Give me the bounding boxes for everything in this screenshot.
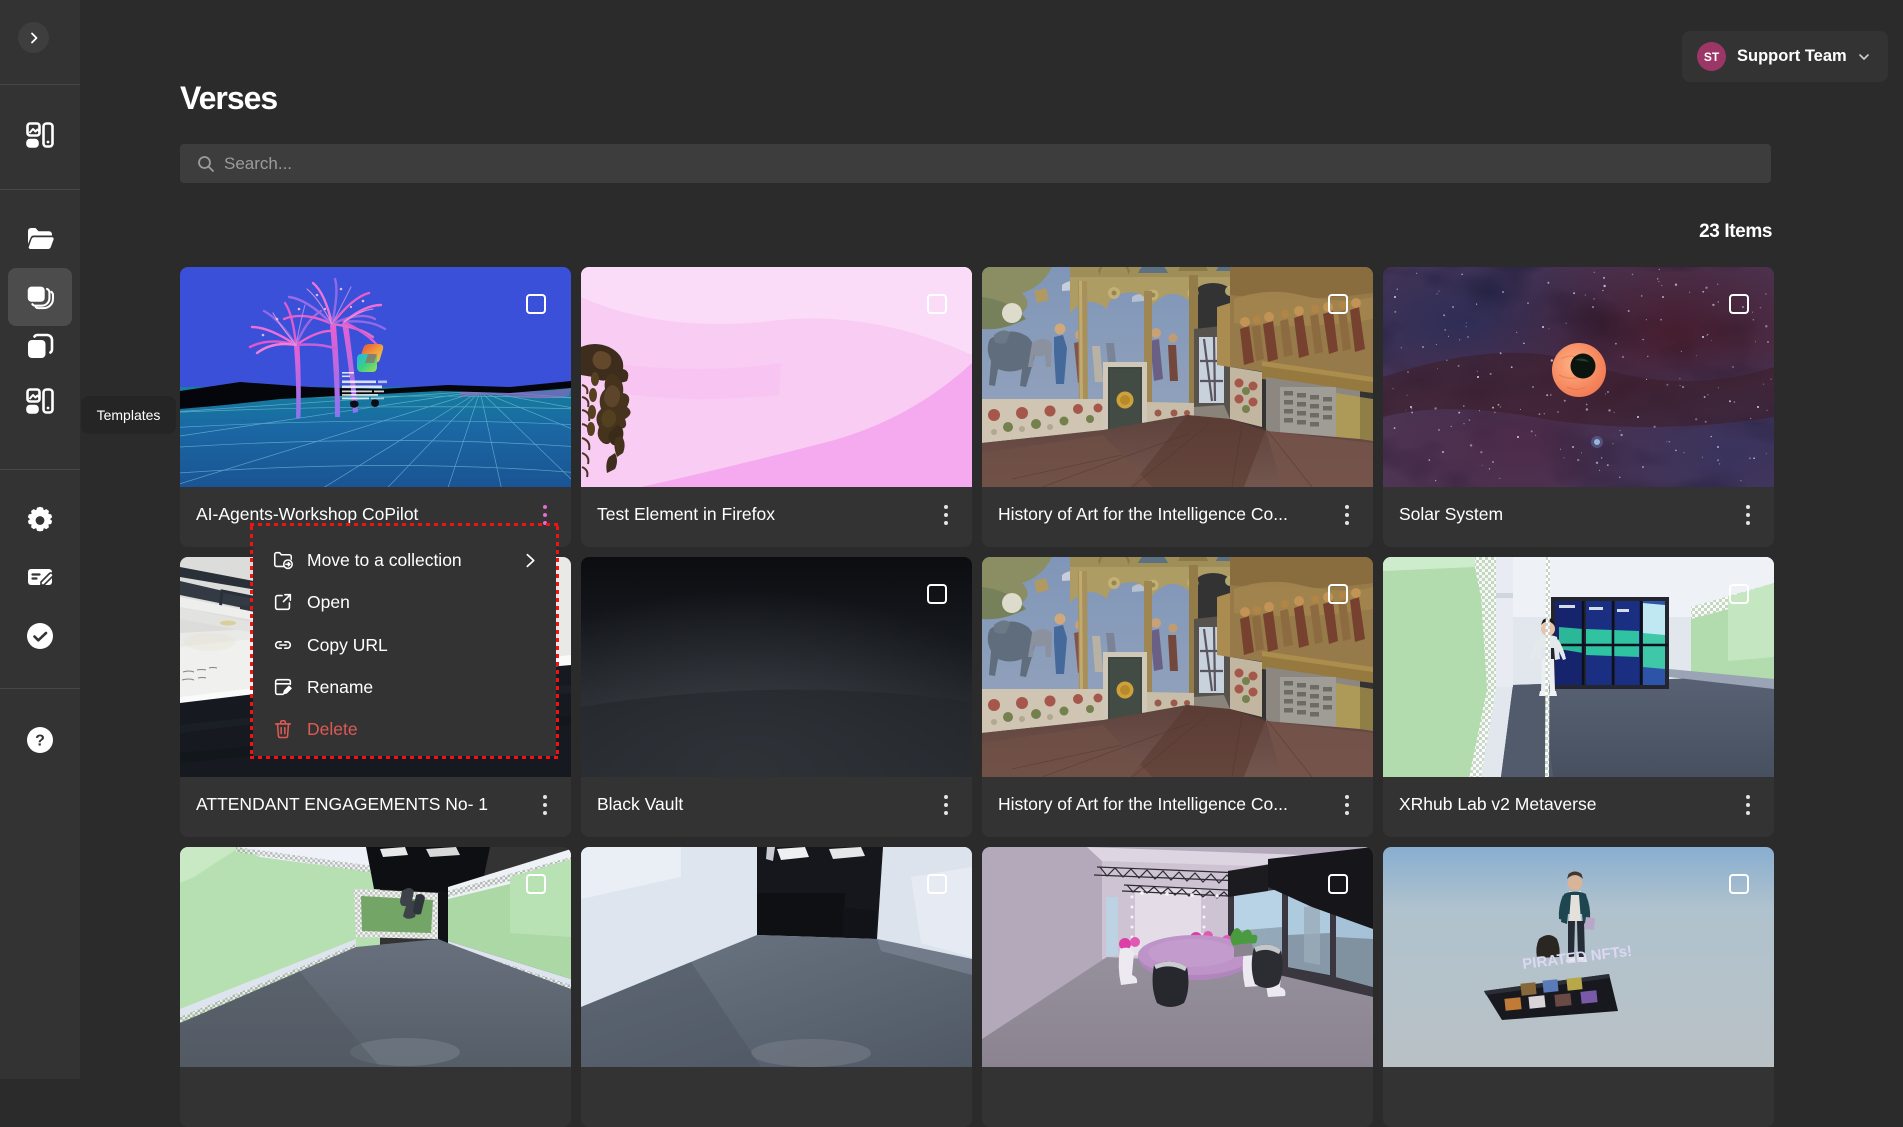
svg-text:?: ? xyxy=(35,733,45,750)
